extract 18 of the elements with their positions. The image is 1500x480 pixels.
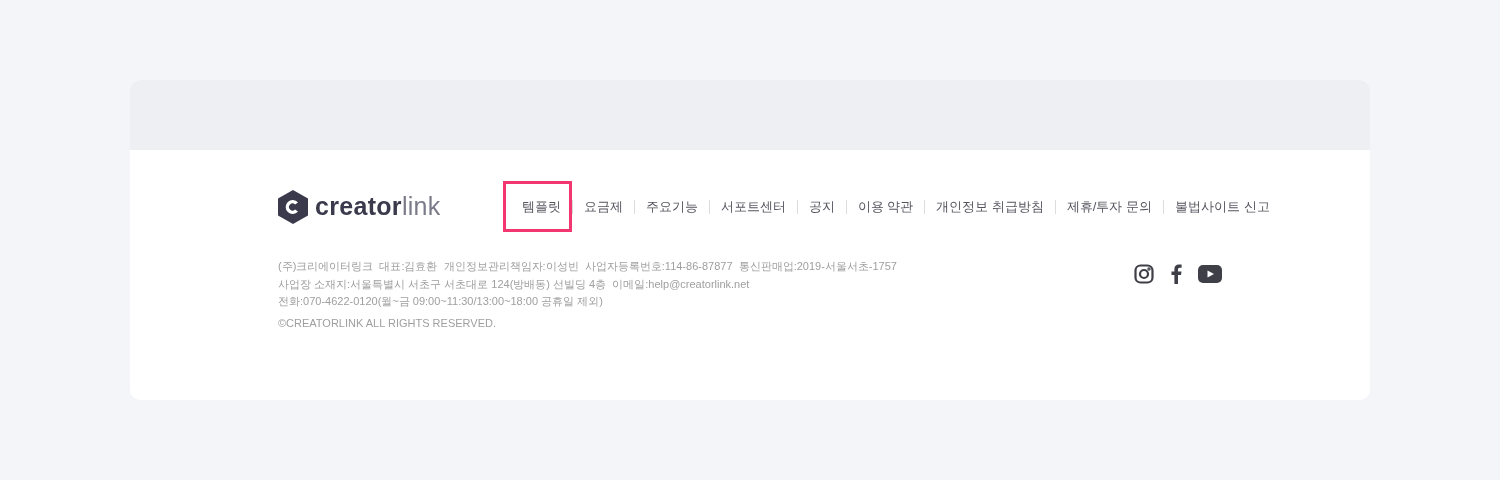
logo-icon (278, 189, 308, 224)
nav-link[interactable]: 제휴/투자 문의 (1055, 181, 1164, 232)
facebook-icon[interactable] (1170, 264, 1182, 284)
instagram-icon[interactable] (1134, 264, 1154, 284)
nav-link[interactable]: 요금제 (572, 181, 634, 232)
logo-text: creatorlink (315, 190, 441, 222)
nav-link[interactable]: 주요기능 (634, 181, 709, 232)
company-info-text: (주)크리에이터링크 대표:김효환 개인정보관리책임자:이성빈 사업자등록번호:114-86-87877 통신판매업:2019-서울서초-1757 (278, 259, 897, 274)
nav-link[interactable]: 공지 (797, 181, 846, 232)
nav-link[interactable]: 불법사이트 신고 (1164, 181, 1281, 232)
nav-link[interactable]: 개인정보 취급방침 (925, 181, 1055, 232)
company-info-text: 전화:070-4622-0120(월~금 09:00~11:30/13:00~18:00 공휴일 제외) (278, 294, 604, 309)
nav-link[interactable]: 서포트센터 (709, 181, 797, 232)
nav-link[interactable]: 템플릿 (502, 181, 572, 232)
nav-link[interactable]: 이용 약관 (846, 181, 925, 232)
youtube-icon[interactable] (1198, 265, 1222, 283)
company-info-text: 사업장 소재지:서울특별시 서초구 서초대로 124(방배동) 선빌딩 4층 이메일:help@creatorlink.net (278, 276, 751, 292)
copyright-text: ©CREATORLINK ALL RIGHTS RESERVED. (278, 315, 497, 331)
